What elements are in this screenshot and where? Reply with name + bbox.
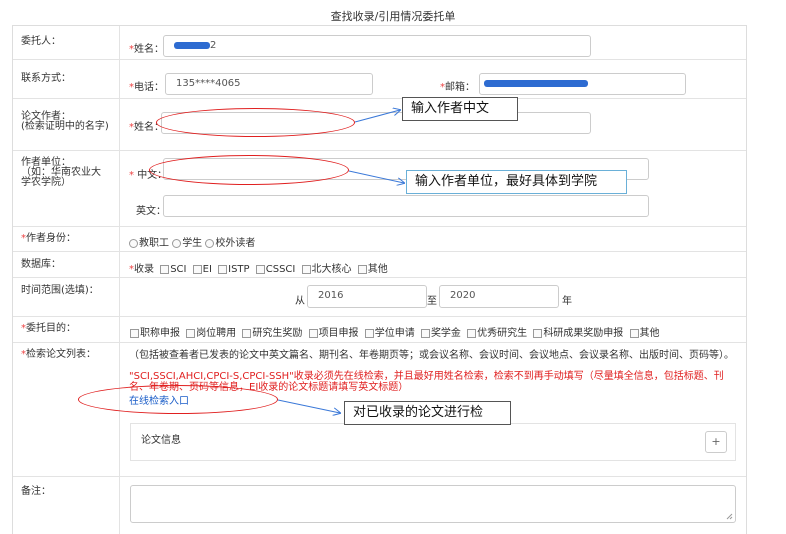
database-label: 数据库：: [21, 259, 61, 270]
identity-options: 教职工 学生 校外读者: [129, 234, 255, 249]
affiliation-sublabel: （如：华南农业大学农学院）: [21, 167, 101, 188]
purpose-options: 职称申报 岗位聘用 研究生奖励 项目申报 学位申请 奖学金 优秀研究生 科研成果…: [127, 324, 660, 339]
row-divider: [13, 316, 746, 317]
affiliation-en-label: 英文：: [136, 206, 166, 217]
phone-input[interactable]: 135****4065: [165, 73, 373, 95]
database-option[interactable]: EI: [190, 264, 212, 275]
contact-label: 联系方式：: [21, 73, 71, 84]
database-option[interactable]: 其他: [355, 264, 388, 275]
row-divider: [13, 59, 746, 60]
affiliation-callout: 输入作者单位，最好具体到学院: [406, 170, 627, 194]
purpose-option[interactable]: 学位申请: [362, 328, 415, 339]
from-year-input[interactable]: 2016: [307, 285, 427, 308]
purpose-option[interactable]: 科研成果奖励申报: [530, 328, 623, 339]
identity-label: *作者身份：: [21, 233, 76, 244]
paper-list-label: *检索论文列表：: [21, 349, 96, 360]
row-divider: [13, 476, 746, 477]
purpose-option[interactable]: 岗位聘用: [183, 328, 236, 339]
column-divider: [119, 26, 120, 534]
affiliation-highlight-ellipse: [149, 155, 349, 185]
time-range-label: 时间范围(选填)：: [21, 285, 99, 296]
identity-option[interactable]: 学生: [172, 238, 202, 249]
client-name-label: *姓名：: [129, 44, 164, 55]
redacted-mask: [174, 41, 210, 49]
author-callout: 输入作者中文: [402, 97, 518, 121]
identity-option[interactable]: 教职工: [129, 238, 169, 249]
author-sublabel: (检索证明中的名字): [21, 121, 109, 132]
database-options: *收录 SCI EI ISTP CSSCI 北大核心 其他: [129, 264, 388, 275]
from-label: 从: [295, 296, 305, 307]
page-title: 查找收录/引用情况委托单: [330, 10, 456, 23]
purpose-option[interactable]: 优秀研究生: [464, 328, 527, 339]
paper-info-panel: 论文信息 +: [130, 423, 736, 461]
purpose-option[interactable]: 项目申报: [306, 328, 359, 339]
add-paper-button[interactable]: +: [705, 431, 727, 453]
row-divider: [13, 251, 746, 252]
remarks-textarea[interactable]: [130, 485, 736, 523]
purpose-label: *委托目的：: [21, 323, 76, 334]
purpose-option[interactable]: 奖学金: [418, 328, 461, 339]
database-option[interactable]: SCI: [157, 264, 186, 275]
row-divider: [13, 226, 746, 227]
paper-list-instruction: （包括被查着者已发表的论文中英文篇名、期刊名、年卷期页等；或会议名称、会议时间、…: [129, 350, 734, 361]
database-option[interactable]: 北大核心: [299, 264, 352, 275]
search-callout: 对已收录的论文进行检: [344, 401, 511, 425]
to-year-input[interactable]: 2020: [439, 285, 559, 308]
author-name-highlight-ellipse: [156, 108, 355, 137]
purpose-option[interactable]: 职称申报: [127, 328, 180, 339]
database-option: 收录: [134, 264, 154, 275]
identity-option[interactable]: 校外读者: [205, 238, 255, 249]
purpose-option[interactable]: 研究生奖励: [239, 328, 302, 339]
request-form: 委托人： *姓名： 2 联系方式： *电话： 135****4065 *邮箱： …: [12, 25, 747, 534]
row-divider: [13, 277, 746, 278]
to-label: 至: [427, 296, 437, 307]
database-option[interactable]: ISTP: [215, 264, 250, 275]
paper-info-label: 论文信息: [141, 435, 181, 446]
row-divider: [13, 98, 746, 99]
phone-label: *电话：: [129, 82, 164, 93]
purpose-option[interactable]: 其他: [627, 328, 660, 339]
affiliation-en-input[interactable]: [163, 195, 649, 217]
row-divider: [13, 342, 746, 343]
redacted-mask: [484, 79, 588, 87]
client-label: 委托人：: [21, 36, 61, 47]
search-link-highlight-ellipse: [78, 385, 278, 414]
email-label: *邮箱：: [440, 82, 475, 93]
resize-grip-icon[interactable]: [726, 513, 733, 520]
remarks-label: 备注：: [21, 486, 51, 497]
year-unit: 年: [562, 296, 572, 307]
email-input[interactable]: [479, 73, 686, 95]
client-name-input[interactable]: 2: [163, 35, 591, 57]
database-option[interactable]: CSSCI: [253, 264, 295, 275]
row-divider: [13, 150, 746, 151]
